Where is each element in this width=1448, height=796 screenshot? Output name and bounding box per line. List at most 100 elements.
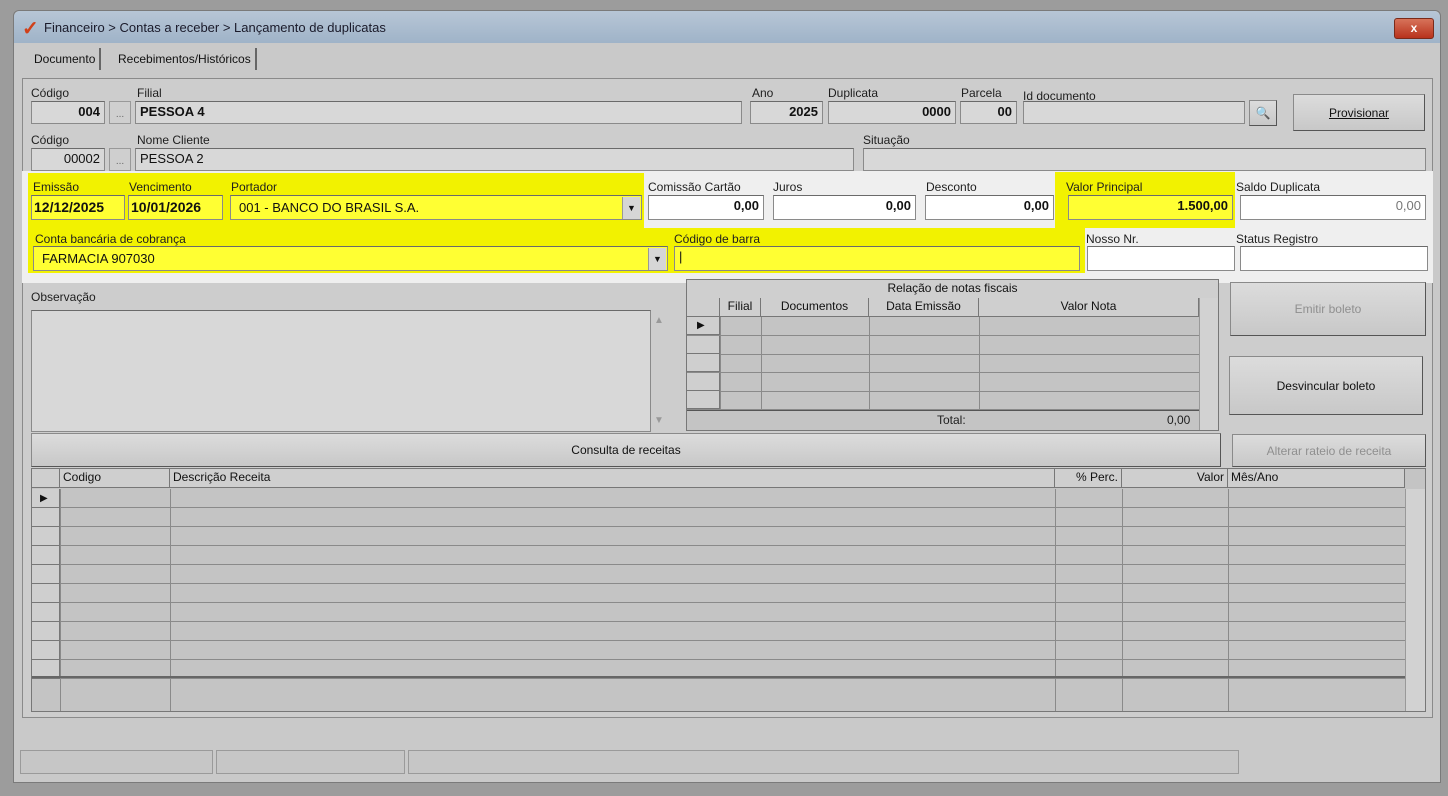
column-header-perc[interactable]: % Perc. — [1055, 469, 1122, 488]
row-indicator — [32, 641, 60, 660]
column-header-valor-nota[interactable]: Valor Nota — [979, 298, 1199, 317]
nome-cliente-input[interactable]: PESSOA 2 — [135, 148, 854, 171]
table-row[interactable] — [687, 390, 1199, 392]
scrollbar[interactable] — [1199, 298, 1218, 430]
codigo-filial-input[interactable]: 004 — [31, 101, 105, 124]
id-documento-input[interactable] — [1023, 101, 1245, 124]
codigo-barra-label: Código de barra — [674, 232, 761, 246]
column-header-data-emissao[interactable]: Data Emissão — [869, 298, 979, 317]
row-indicator — [32, 565, 60, 584]
column-header-descricao-receita[interactable]: Descrição Receita — [170, 469, 1055, 488]
total-value: 0,00 — [1167, 413, 1191, 427]
situacao-label: Situação — [863, 133, 910, 147]
tab-documento[interactable]: Documento — [30, 48, 102, 70]
emissao-input[interactable]: 12/12/2025 — [31, 195, 125, 220]
duplicata-input[interactable]: 0000 — [828, 101, 956, 124]
comissao-label: Comissão Cartão — [648, 180, 741, 194]
consulta-receitas-button[interactable]: Consulta de receitas — [31, 433, 1221, 467]
table-row[interactable] — [687, 335, 1199, 336]
row-indicator: ▶ — [32, 489, 60, 508]
notas-fiscais-grid[interactable]: Relação de notas fiscais Filial Documento… — [686, 279, 1219, 431]
saldo-label: Saldo Duplicata — [1236, 180, 1321, 194]
portador-value: 001 - BANCO DO BRASIL S.A. — [239, 200, 420, 215]
scroll-up-icon[interactable]: ▲ — [654, 315, 664, 326]
row-indicator: ▶ — [687, 317, 720, 335]
emissao-label: Emissão — [33, 180, 80, 194]
table-row[interactable] — [32, 583, 1405, 584]
nosso-nr-input[interactable] — [1087, 246, 1235, 271]
comissao-input[interactable]: 0,00 — [648, 195, 764, 220]
parcela-input[interactable]: 00 — [960, 101, 1017, 124]
column-header-codigo[interactable]: Codigo — [60, 469, 170, 488]
table-row[interactable] — [32, 545, 1405, 546]
nosso-nr-label: Nosso Nr. — [1086, 232, 1139, 246]
desconto-input[interactable]: 0,00 — [925, 195, 1054, 220]
table-row[interactable] — [32, 564, 1405, 565]
alterar-rateio-button[interactable]: Alterar rateio de receita — [1232, 434, 1426, 467]
codigo-filial-label: Código — [31, 86, 70, 100]
status-panel — [20, 750, 213, 774]
search-button[interactable]: 🔍 — [1249, 100, 1277, 126]
search-icon: 🔍 — [1255, 106, 1271, 120]
column-divider — [869, 317, 870, 410]
cliente-lookup-button[interactable]: ... — [109, 148, 131, 171]
table-row[interactable] — [32, 659, 1405, 660]
desvincular-boleto-button[interactable]: Desvincular boleto — [1229, 356, 1423, 415]
row-indicator — [32, 508, 60, 527]
juros-label: Juros — [773, 180, 803, 194]
column-divider — [979, 317, 980, 410]
juros-input[interactable]: 0,00 — [773, 195, 916, 220]
codigo-barra-input[interactable]: | — [674, 246, 1080, 271]
total-label: Total: — [937, 413, 966, 427]
status-registro-input[interactable] — [1240, 246, 1428, 271]
filial-lookup-button[interactable]: ... — [109, 101, 131, 124]
column-header-documentos[interactable]: Documentos — [761, 298, 869, 317]
table-row[interactable] — [32, 526, 1405, 527]
desconto-label: Desconto — [926, 180, 977, 194]
tab-recebimentos-historicos[interactable]: Recebimentos/Históricos — [114, 48, 257, 70]
column-divider — [761, 317, 762, 410]
saldo-input[interactable]: 0,00 — [1240, 195, 1426, 220]
close-button[interactable]: x — [1394, 18, 1434, 39]
column-header-filial[interactable]: Filial — [720, 298, 761, 317]
row-indicator — [32, 622, 60, 641]
vencimento-label: Vencimento — [129, 180, 192, 194]
codigo-cliente-label: Código — [31, 133, 70, 147]
receitas-grid[interactable]: Codigo Descrição Receita% Perc. Valor Mês/A… — [31, 468, 1426, 712]
table-row[interactable] — [687, 372, 1199, 373]
codigo-cliente-input[interactable]: 00002 — [31, 148, 105, 171]
ano-label: Ano — [752, 86, 774, 100]
grid-indicator-header — [32, 469, 60, 488]
notas-title: Relação de notas fiscais — [687, 280, 1218, 299]
column-divider — [720, 317, 721, 410]
provisionar-button[interactable]: Provisionar — [1293, 94, 1425, 131]
conta-select[interactable]: FARMACIA 907030 ▼ — [33, 246, 668, 271]
table-row[interactable] — [32, 602, 1405, 603]
row-indicator — [32, 584, 60, 603]
ano-input[interactable]: 2025 — [750, 101, 823, 124]
portador-select[interactable]: 001 - BANCO DO BRASIL S.A. ▼ — [230, 195, 642, 220]
column-header-mes-ano[interactable]: Mês/Ano — [1228, 469, 1405, 488]
table-row[interactable] — [32, 621, 1405, 622]
table-row[interactable] — [687, 353, 1199, 355]
filial-input[interactable]: PESSOA 4 — [135, 101, 742, 124]
scrollbar[interactable] — [1405, 489, 1425, 711]
situacao-input[interactable] — [863, 148, 1426, 171]
conta-label: Conta bancária de cobrança — [35, 232, 186, 246]
table-row[interactable] — [32, 678, 1405, 679]
scroll-down-icon[interactable]: ▼ — [654, 415, 664, 426]
row-indicator — [32, 546, 60, 565]
emitir-boleto-button[interactable]: Emitir boleto — [1230, 282, 1426, 336]
chevron-down-icon[interactable]: ▼ — [648, 248, 666, 270]
status-panel — [408, 750, 1239, 774]
valor-principal-input[interactable]: 1.500,00 — [1068, 195, 1233, 220]
table-row[interactable] — [32, 507, 1405, 508]
conta-value: FARMACIA 907030 — [42, 251, 155, 266]
status-registro-label: Status Registro — [1236, 232, 1319, 246]
chevron-down-icon[interactable]: ▼ — [622, 197, 640, 219]
duplicata-label: Duplicata — [828, 86, 879, 100]
vencimento-input[interactable]: 10/01/2026 — [128, 195, 223, 220]
table-row[interactable] — [32, 640, 1405, 641]
column-header-valor[interactable]: Valor — [1122, 469, 1228, 488]
observacao-textarea[interactable] — [31, 310, 651, 432]
